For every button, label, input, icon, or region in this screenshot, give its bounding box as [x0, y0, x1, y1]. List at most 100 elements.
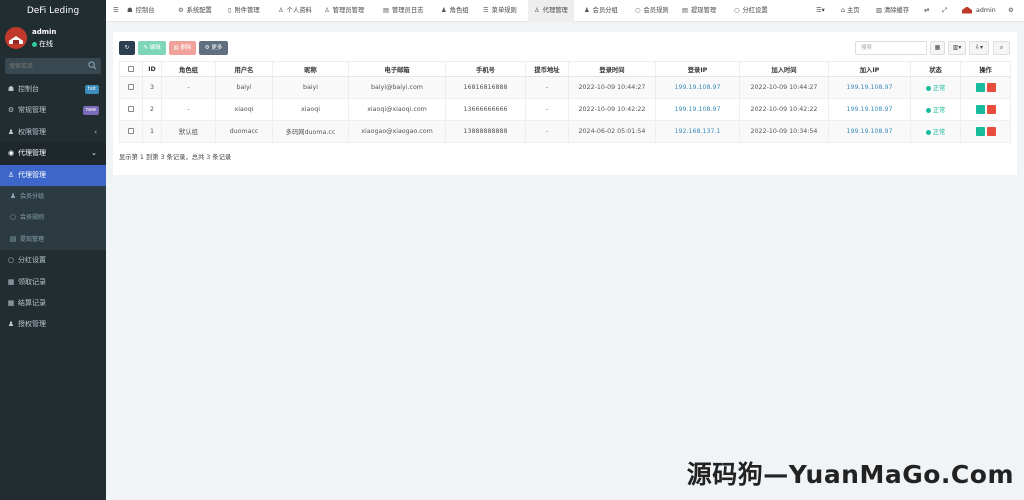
circle-icon: ○: [734, 7, 740, 14]
row-checkbox[interactable]: [119, 98, 143, 121]
sidebar-item-dashboard[interactable]: ☗ 控制台 hot: [0, 79, 106, 100]
cell-login-ip[interactable]: 199.19.108.97: [655, 76, 740, 99]
table-search-input[interactable]: 搜索: [855, 41, 927, 55]
clear-cache-button[interactable]: ▥ 清除缓存: [876, 0, 909, 22]
cell-login-time: 2022-10-09 10:42:22: [568, 98, 656, 121]
avatar[interactable]: [5, 27, 27, 49]
col-header[interactable]: 状态: [910, 61, 961, 77]
user-menu[interactable]: admin: [962, 0, 996, 22]
delete-row-button[interactable]: [986, 127, 996, 136]
delete-row-button[interactable]: [986, 105, 996, 114]
sidebar-item-agent-group[interactable]: ◉ 代理管理 ⌄: [0, 143, 106, 165]
sidebar-item-auth[interactable]: ♟ 权限管理 ‹: [0, 122, 106, 143]
search-icon[interactable]: [88, 61, 97, 70]
circle-icon: ○: [635, 7, 641, 14]
edit-row-button[interactable]: [975, 127, 985, 136]
fullscreen-icon[interactable]: ⤢: [942, 0, 947, 22]
cell-join-ip[interactable]: 199.19.108.97: [828, 98, 911, 121]
columns-dropdown-icon[interactable]: ▥▾: [948, 41, 966, 55]
agent-table: ID 角色组 用户名 昵称 电子邮箱 手机号 提币地址 登录时间 登录IP 加入…: [119, 61, 1011, 143]
watermark: 源码狗—YuanMaGo.Com: [686, 460, 1014, 489]
delete-button[interactable]: ▥ 删除: [169, 41, 196, 55]
col-header[interactable]: 加入时间: [739, 61, 829, 77]
tab-menu-rule[interactable]: ☰ 菜单规则: [483, 0, 517, 22]
sidebar-item-general[interactable]: ⚙ 常规管理 new: [0, 100, 106, 121]
cell-join-ip[interactable]: 199.19.108.97: [828, 76, 911, 99]
col-header[interactable]: 登录IP: [655, 61, 740, 77]
edit-row-button[interactable]: [975, 83, 985, 92]
cell-login-ip[interactable]: 192.168.137.1: [655, 120, 740, 143]
sidebar-item-settle-record[interactable]: ▦ 结算记录: [0, 293, 106, 314]
brand-logo[interactable]: DeFi Leding: [0, 0, 106, 22]
status-badge: 正常: [932, 107, 946, 114]
sidebar-item-agent-manage[interactable]: ♙ 代理管理: [0, 164, 106, 186]
list-icon: ▤: [682, 7, 688, 14]
col-header[interactable]: ID: [142, 61, 162, 77]
refresh-button[interactable]: ↻: [119, 41, 135, 55]
hot-badge: hot: [84, 85, 99, 94]
tab-member-rule[interactable]: ○ 会员规则: [635, 0, 669, 22]
cell-mobile: 13888888888: [445, 120, 526, 143]
table-row[interactable]: 2 - xiaoqi xiaoqi xiaoqi@xiaoqi.com 1366…: [119, 98, 1011, 121]
col-header[interactable]: 昵称: [272, 61, 349, 77]
cell-email: baiyi@baiyi.com: [348, 76, 446, 99]
col-header[interactable]: 提币地址: [525, 61, 569, 77]
edit-button[interactable]: ✎ 编辑: [138, 41, 166, 55]
settings-icon[interactable]: ⚙: [1008, 0, 1014, 22]
tab-agent-manage[interactable]: ♙ 代理管理: [528, 0, 574, 22]
user-name: admin: [32, 28, 57, 36]
col-header[interactable]: 登录时间: [568, 61, 656, 77]
table-row[interactable]: 1 默认组 duomacc 多码网duoma.cc xiaogao@xiaoga…: [119, 120, 1011, 143]
sidebar-menu: ☗ 控制台 hot ⚙ 常规管理 new ♟ 权限管理 ‹ ◉ 代理管理 ⌄ ♙ 代理管理 ♟ 会员…: [0, 79, 106, 336]
sidebar-item-withdraw[interactable]: ▤ 提现管理: [0, 228, 106, 251]
sidebar-item-license[interactable]: ♟ 授权管理: [0, 314, 106, 335]
circle-icon: ○: [9, 213, 17, 222]
tab-withdraw[interactable]: ▤ 提现管理: [682, 0, 716, 22]
cell-join-ip[interactable]: 199.19.108.97: [828, 120, 911, 143]
dashboard-icon: ☗: [7, 85, 15, 93]
row-checkbox[interactable]: [119, 76, 143, 99]
col-header[interactable]: 角色组: [161, 61, 216, 77]
tab-attachment[interactable]: ▯ 附件管理: [228, 0, 260, 22]
sidebar-item-claim-record[interactable]: ▦ 领取记录: [0, 272, 106, 293]
sidebar-item-dividend[interactable]: ○ 分红设置: [0, 250, 106, 271]
tab-label: 控制台: [135, 7, 155, 14]
tab-admin[interactable]: ♙ 管理员管理: [324, 0, 364, 22]
tab-dividend[interactable]: ○ 分红设置: [734, 0, 768, 22]
sidebar-item-member-rule[interactable]: ○ 会员规则: [0, 207, 106, 229]
tabs-dropdown-icon[interactable]: ☰▾: [816, 0, 825, 22]
tab-dashboard[interactable]: ☗ 控制台: [127, 0, 155, 22]
translate-icon[interactable]: ⇄: [924, 0, 929, 22]
tab-label: 提现管理: [690, 7, 717, 14]
home-link[interactable]: ⌂ 主页: [841, 0, 860, 22]
tab-role-group[interactable]: ♟ 角色组: [441, 0, 469, 22]
edit-row-button[interactable]: [975, 105, 985, 114]
checkbox-box: [128, 106, 134, 112]
tab-member-group[interactable]: ♟ 会员分组: [584, 0, 618, 22]
users-icon: ♟: [7, 320, 15, 329]
tab-profile[interactable]: ♙ 个人资料: [278, 0, 312, 22]
col-header[interactable]: 手机号: [445, 61, 526, 77]
more-button[interactable]: ⚙ 更多: [199, 41, 228, 55]
table-row[interactable]: 3 - baiyi baiyi baiyi@baiyi.com 16816816…: [119, 76, 1011, 99]
export-dropdown-icon[interactable]: ⇩▾: [969, 41, 989, 55]
menu-toggle-icon[interactable]: ☰: [113, 0, 119, 22]
delete-row-button[interactable]: [986, 83, 996, 92]
gears-icon: ⚙: [7, 106, 15, 115]
col-header[interactable]: 电子邮箱: [348, 61, 446, 77]
tab-admin-log[interactable]: ▤ 管理员日志: [383, 0, 423, 22]
toggle-view-icon[interactable]: ▦: [930, 41, 945, 55]
chevron-left-icon: ‹: [94, 127, 97, 136]
cell-login-ip[interactable]: 199.19.108.97: [655, 98, 740, 121]
cell-id: 3: [142, 76, 162, 99]
row-checkbox[interactable]: [119, 120, 143, 143]
sidebar-search-input[interactable]: [5, 58, 85, 74]
search-icon[interactable]: ⌕: [993, 41, 1010, 55]
col-header[interactable]: 加入IP: [828, 61, 911, 77]
col-header[interactable]: 用户名: [215, 61, 273, 77]
select-all-checkbox[interactable]: [119, 61, 143, 77]
sidebar-item-label: 控制台: [18, 85, 39, 93]
tab-system-config[interactable]: ⚙ 系统配置: [178, 0, 212, 22]
sidebar-item-member-group[interactable]: ♟ 会员分组: [0, 185, 106, 208]
user-icon: ♙: [324, 7, 330, 14]
